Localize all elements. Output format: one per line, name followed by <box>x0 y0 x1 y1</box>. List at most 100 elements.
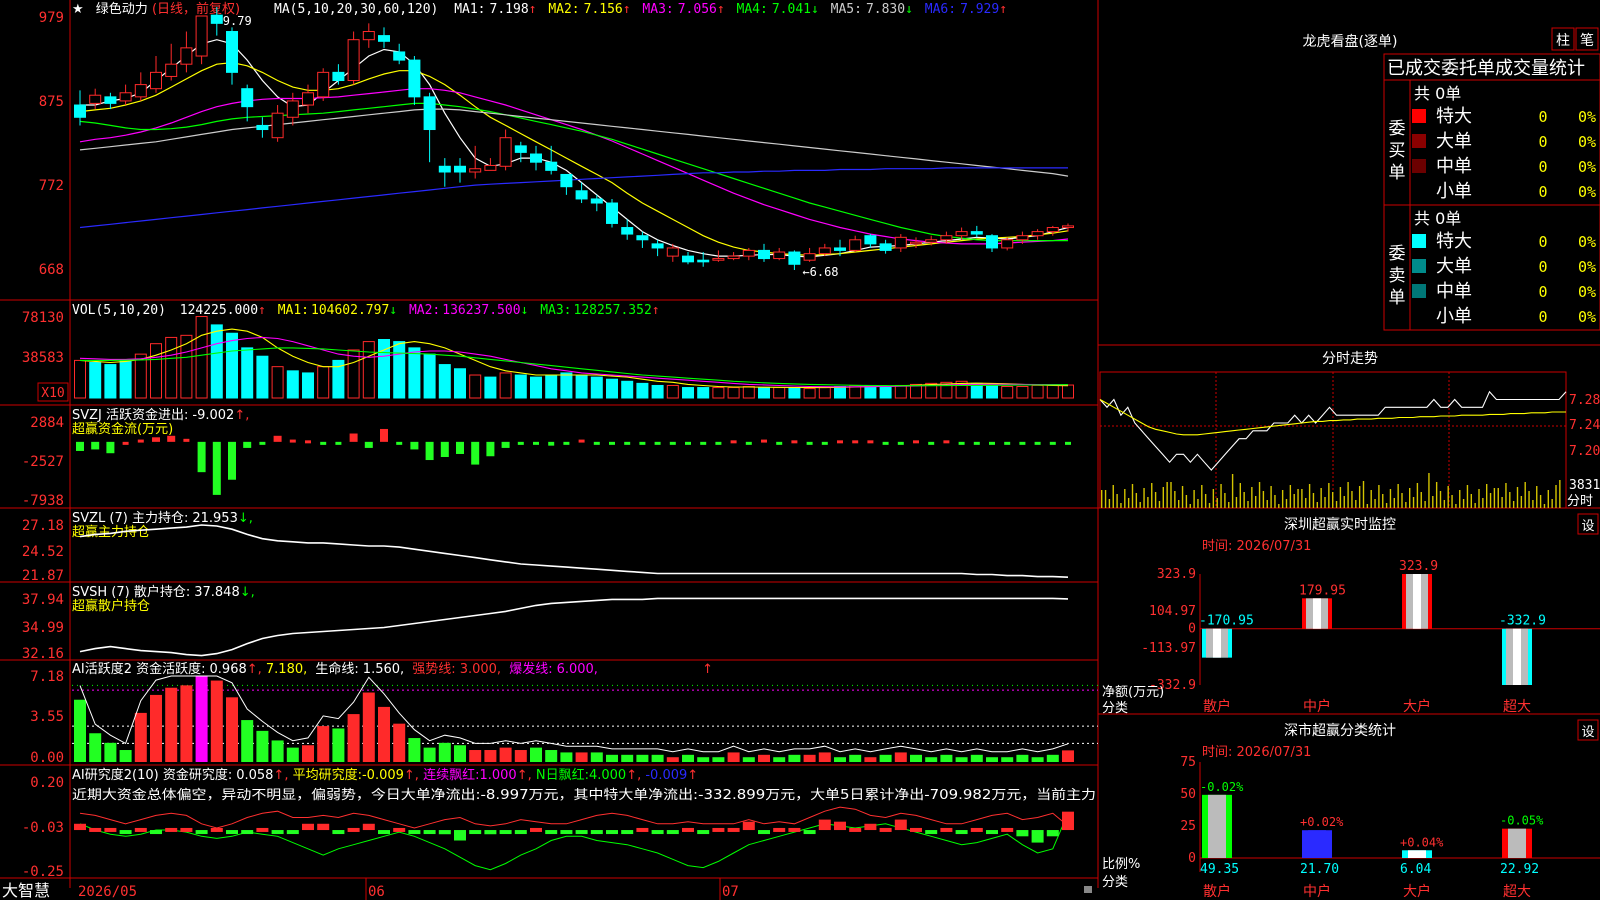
intraday-volume-bar <box>1451 495 1453 508</box>
ai-research-title: AI研究度2(10) 资金研究度: <box>72 767 232 783</box>
main-chart-panel[interactable]: ★ 绿色动力 (日线，前复权) MA(5,10,20,30,60,120) MA… <box>39 1 1074 279</box>
vol-ma3-value: 128257.352 <box>574 303 652 318</box>
svzj-panel[interactable]: SVZJ 活跃资金进出: -9.002↑, 超赢资金流(万元) 2884 -252… <box>22 407 1071 509</box>
ai-research-header: AI研究度2(10) 资金研究度: 0.058↑, 平均研究度:-0.009↑, … <box>72 767 698 783</box>
ma-line-3 <box>79 88 1069 245</box>
sz-class-category-1: 中户 <box>1303 883 1331 900</box>
candle-body <box>1001 239 1014 249</box>
fund-flow-bar <box>913 440 919 444</box>
sz-class-category-0: 散户 <box>1203 883 1231 900</box>
intraday-volume-bar <box>1108 499 1111 508</box>
intraday-volume-bar <box>1293 494 1295 508</box>
intraday-volume-bar <box>1543 504 1546 508</box>
ai-research-plot-area[interactable] <box>74 806 1074 871</box>
activity-bar <box>879 754 892 762</box>
intraday-volume-bar <box>1370 490 1372 508</box>
sz-class-value-label-0: 49.35 <box>1200 862 1239 877</box>
candle-body <box>499 137 512 167</box>
activity-bar <box>408 738 421 762</box>
intraday-volume-bar <box>1201 485 1203 508</box>
intraday-volume-bar <box>1274 495 1276 508</box>
activity-bar <box>1001 757 1014 762</box>
vol-ytick-1: 38583 <box>22 350 64 366</box>
activity-bar <box>1031 757 1044 762</box>
sz-monitor-bar-label-2: 323.9 <box>1399 559 1438 574</box>
svzj-ytick-0: 2884 <box>30 415 64 431</box>
candle-body <box>530 153 542 163</box>
sz-class-time: 时间: 2026/07/31 <box>1202 745 1311 760</box>
intraday-volume-bar <box>1208 503 1211 508</box>
intraday-volume-bar <box>1335 501 1338 508</box>
research-bar <box>499 830 512 835</box>
intraday-volume-bar <box>1397 484 1399 508</box>
svzl-plot-area[interactable] <box>79 524 1069 578</box>
intraday-volume-bar <box>1193 490 1195 508</box>
sz-monitor-ytick-1: 104.97 <box>1149 604 1196 619</box>
svzl-subtitle: 超赢主力持仓 <box>72 524 150 540</box>
research-bar <box>347 827 360 832</box>
candle-body <box>438 165 451 173</box>
sz-monitor-panel[interactable]: 深圳超赢实时监控 设 时间: 2026/07/31 323.9104.970-1… <box>1102 513 1600 716</box>
activity-bar <box>590 752 603 762</box>
buy-row-label-0: 特大 <box>1436 106 1472 127</box>
candle-body <box>1062 225 1074 229</box>
sell-side-char-1: 卖 <box>1389 266 1406 286</box>
candle-body <box>636 235 649 241</box>
ai-active-plot-area[interactable] <box>72 675 1098 762</box>
vol-plot-area[interactable] <box>74 316 1074 399</box>
volume-panel[interactable]: VOL(5,10,20) 124225.000↑ MA1: 104602.797↓… <box>22 303 1074 402</box>
buy-row-pct-2: 0% <box>1578 158 1596 176</box>
lock-icon[interactable] <box>1084 886 1092 893</box>
ai-research-panel[interactable]: AI研究度2(10) 资金研究度: 0.058↑, 平均研究度:-0.009↑, … <box>22 767 1096 880</box>
ai-research-ytick-2: -0.25 <box>22 864 64 880</box>
candle-body <box>834 247 846 251</box>
longhu-panel[interactable]: 龙虎看盘(逐单) 柱 笔 已成交委托单成交量统计 共 0单委买单特大 0 0%大单 0… <box>1303 27 1600 331</box>
volume-bar <box>514 374 527 399</box>
intraday-panel[interactable]: 分时走势 7.28 7.24 7.20 3831 分时 <box>1099 351 1600 509</box>
candle-body <box>332 71 345 82</box>
buy-swatch-2 <box>1412 159 1426 173</box>
intraday-volume-bar <box>1536 486 1538 508</box>
activity-bar <box>150 694 162 762</box>
intraday-volume-bar <box>1116 494 1118 508</box>
activity-bar <box>226 697 238 762</box>
svzj-subtitle: 超赢资金流(万元) <box>72 421 173 437</box>
volume-bar <box>545 374 558 399</box>
volume-bar <box>1001 386 1014 399</box>
volume-bar <box>393 341 406 399</box>
fund-flow-bar <box>973 441 980 445</box>
sz-class-panel[interactable]: 深市超赢分类统计 设 时间: 2026/07/31 75 50 25 0 -0.02% 4… <box>1102 719 1600 900</box>
main-plot-area[interactable] <box>74 7 1074 270</box>
sell-swatch-1 <box>1412 259 1426 273</box>
main-ytick-2: 772 <box>39 178 64 194</box>
fund-flow-bar <box>1034 441 1041 445</box>
volume-bar <box>773 387 786 399</box>
sell-row-count-2: 0 <box>1538 283 1547 301</box>
candle-body <box>910 241 922 245</box>
ma3-arrow: ↑ <box>717 2 725 17</box>
svzj-yaxis: 2884 -2527 -7938 <box>22 415 64 509</box>
sell-row-pct-0: 0% <box>1578 233 1596 251</box>
svzl-panel[interactable]: SVZL (7) 主力持仓: 21.953↓, 超赢主力持仓 27.18 24.5… <box>22 511 1069 584</box>
sell-side-char-0: 委 <box>1389 244 1406 264</box>
fund-flow-bar <box>364 441 373 448</box>
intraday-volume-bar <box>1539 495 1542 508</box>
svzj-plot-area[interactable] <box>76 428 1071 495</box>
vol-ma3-label: MA3: <box>540 303 571 318</box>
research-bar <box>469 830 482 835</box>
candle-body <box>1016 235 1029 241</box>
sz-monitor-plot-area[interactable]: 323.9 104.97 0 -113.97 -332.9 -170.95 散户 179.95… <box>1141 559 1600 715</box>
candle-body <box>1031 231 1044 237</box>
activity-bar <box>317 726 330 762</box>
fund-flow-bar <box>563 441 570 445</box>
activity-bar <box>682 754 694 762</box>
research-bar <box>317 823 330 831</box>
svsh-plot-area[interactable] <box>79 597 1069 657</box>
intraday-volume-bar <box>1420 492 1422 508</box>
research-bar <box>545 830 558 835</box>
fund-flow-bar <box>897 441 904 445</box>
svsh-panel[interactable]: SVSH (7) 散户持仓: 37.848↓, 超赢散户持仓 37.94 34.9… <box>22 584 1069 662</box>
intraday-volume-bar <box>1439 491 1442 508</box>
sz-class-plot-area[interactable]: 75 50 25 0 -0.02% 49.35 散户 +0.02% 21.70 中户 +0.04% 6… <box>1180 755 1600 900</box>
ai-active-panel[interactable]: AI活跃度2 资金活跃度: 0.968↑, 7.180, 生命线: 1.560, 强… <box>30 661 1098 766</box>
